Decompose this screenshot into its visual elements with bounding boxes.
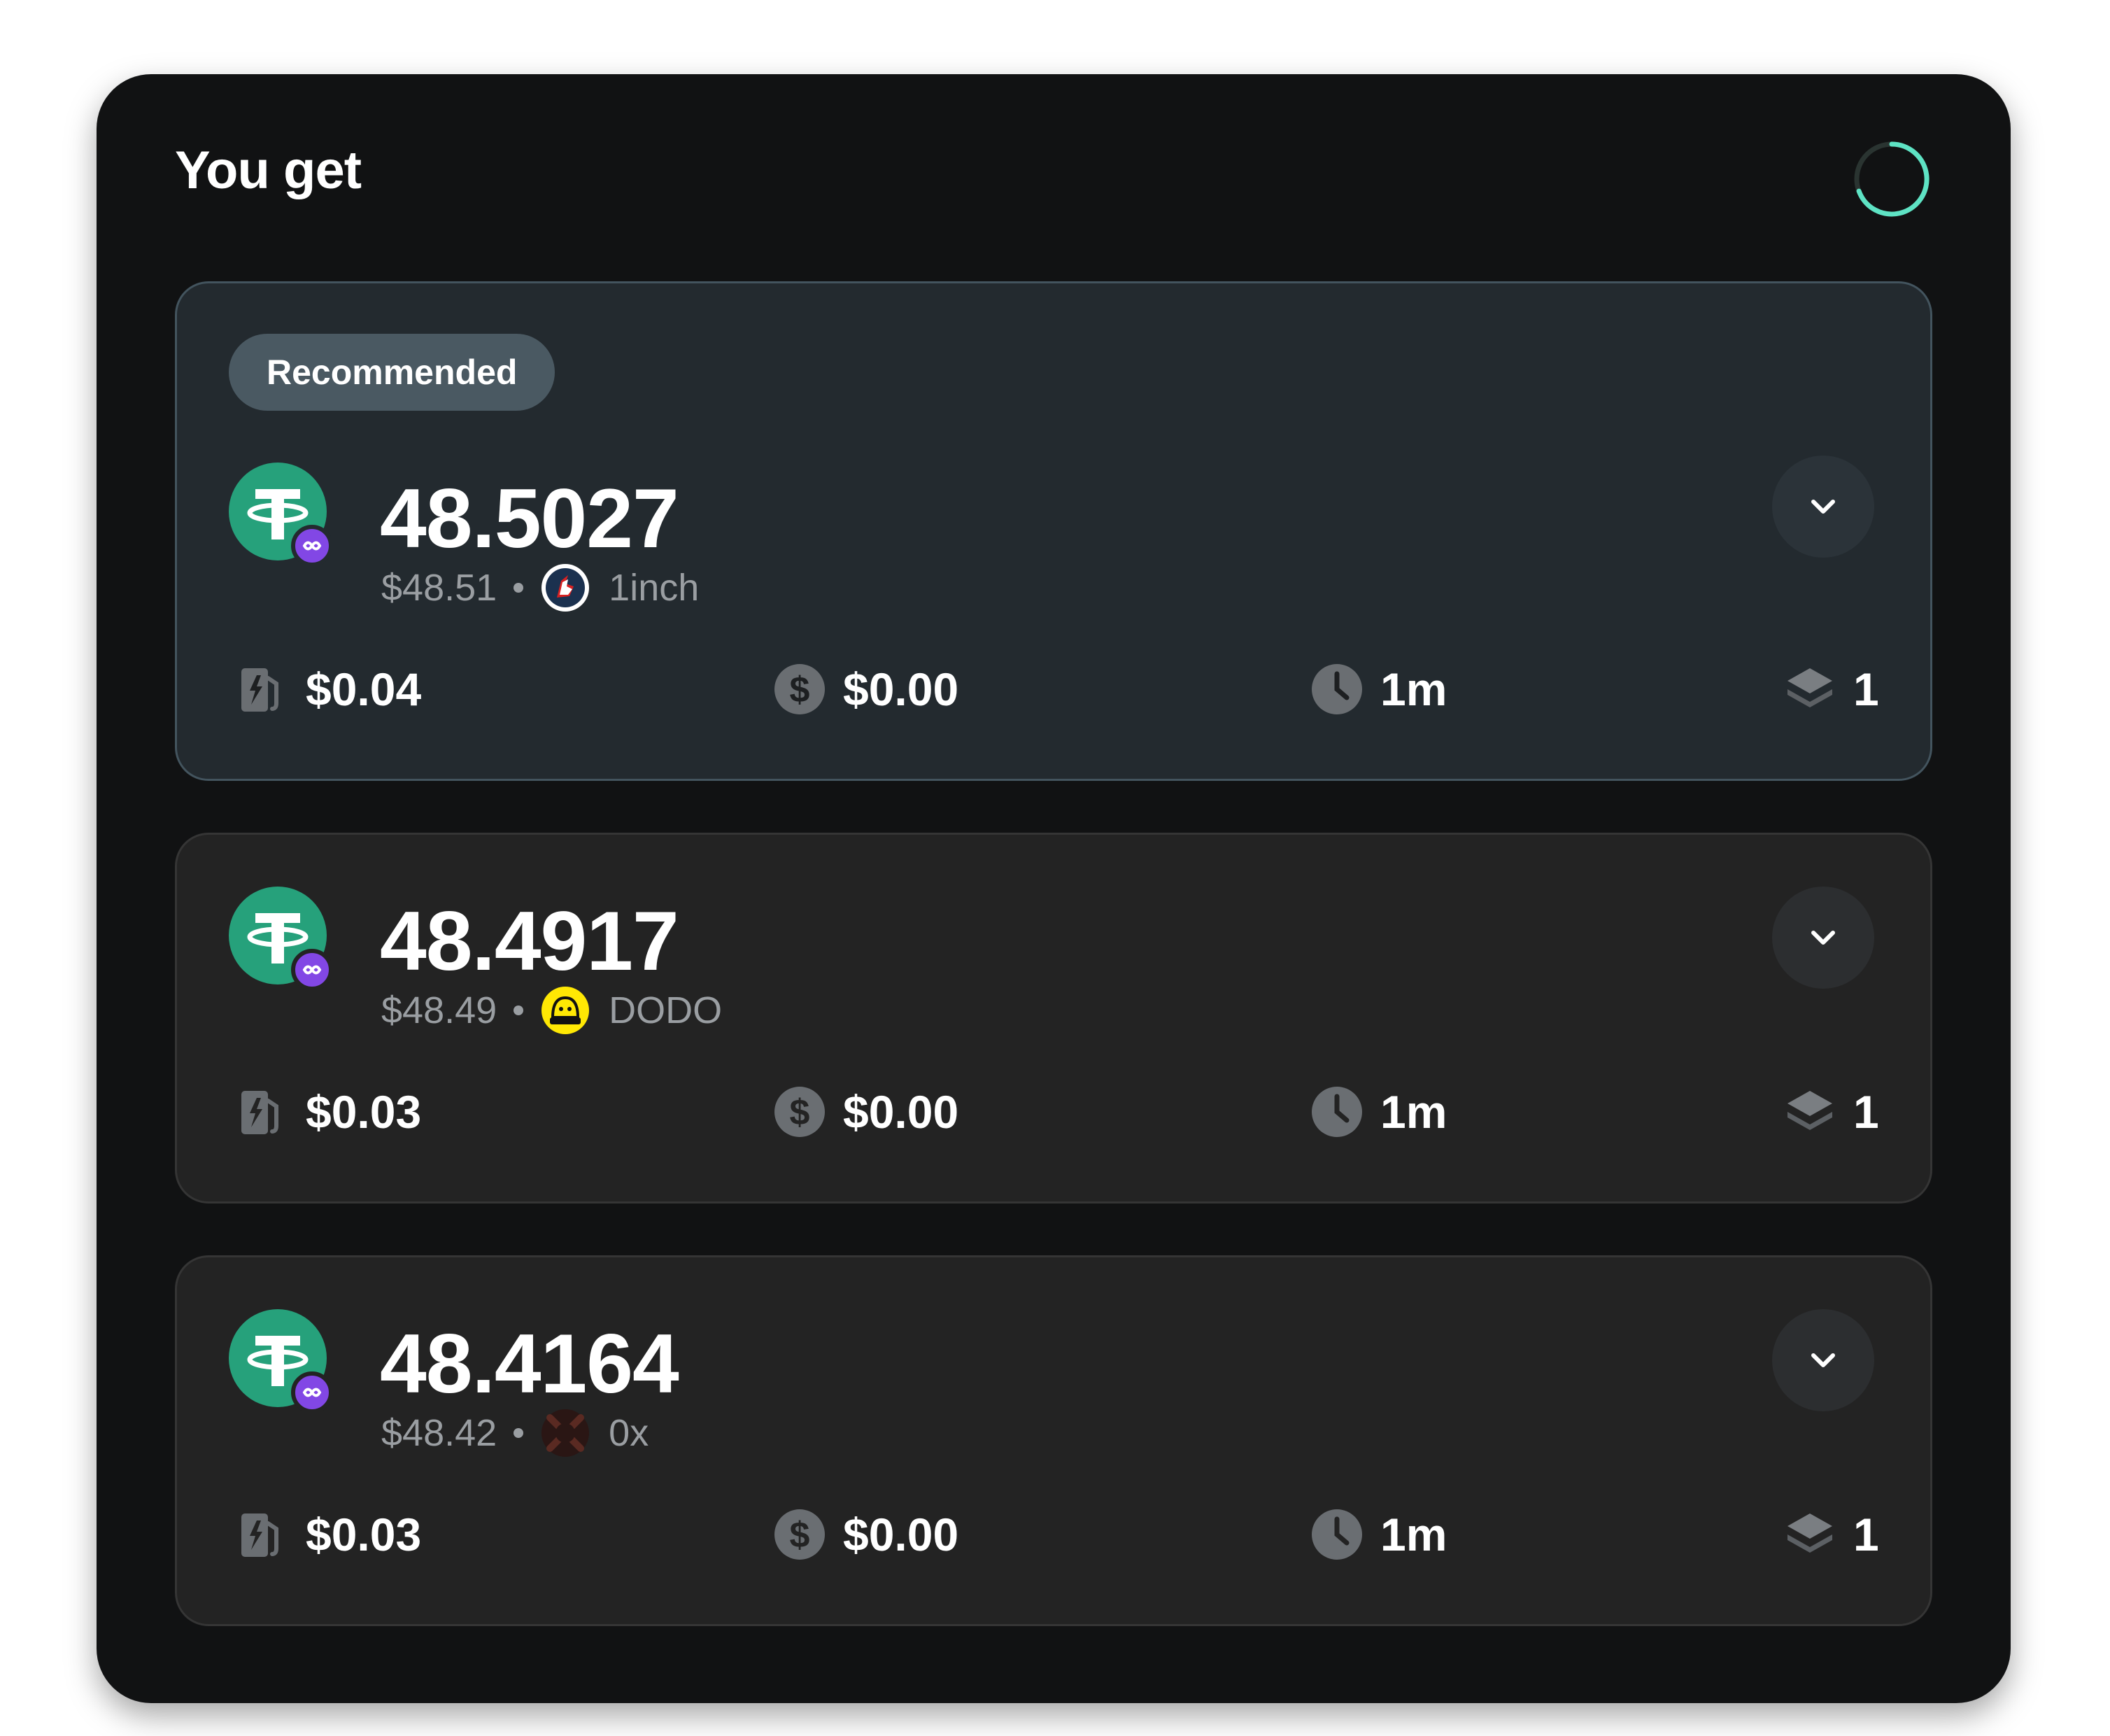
separator-dot: [514, 1428, 524, 1438]
expand-quote-button[interactable]: [1772, 1309, 1874, 1411]
gas-pump-icon: [241, 1091, 278, 1134]
quote-card-dodo[interactable]: 48.4917 $48.49 DODO $0.03 $ $0.00 1m 1: [175, 833, 1932, 1204]
gas-cost-value: $0.04: [306, 663, 422, 715]
gas-pump-icon: [241, 668, 278, 712]
provider-name: 0x: [609, 1412, 649, 1454]
quotes-panel: You get Recommended 48.5027 $48.51 1inch: [97, 74, 2011, 1703]
steps-value: 1: [1853, 663, 1879, 715]
separator-dot: [514, 583, 524, 593]
layers-icon: [1787, 1091, 1832, 1130]
time-stat: 1m: [1310, 661, 1447, 717]
steps-stat: 1: [1783, 661, 1879, 717]
layers-icon: [1787, 1513, 1832, 1553]
gas-cost-value: $0.03: [306, 1509, 422, 1560]
quote-usd-value: $48.42: [381, 1412, 497, 1454]
usdt-polygon-token-icon: [229, 1309, 331, 1411]
gas-cost-value: $0.03: [306, 1086, 422, 1138]
quote-amount: 48.5027: [380, 472, 679, 565]
time-value: 1m: [1380, 1509, 1447, 1560]
separator-dot: [514, 1005, 524, 1015]
dollar-coin-icon: $: [774, 664, 825, 714]
steps-value: 1: [1853, 1509, 1879, 1560]
clock-icon: [1312, 664, 1362, 714]
fee-value: $0.00: [843, 1509, 959, 1560]
usdt-polygon-token-icon: [229, 463, 331, 565]
time-value: 1m: [1380, 1086, 1447, 1138]
quote-usd-value: $48.49: [381, 989, 497, 1031]
steps-value: 1: [1853, 1086, 1879, 1138]
recommended-badge: Recommended: [229, 334, 555, 411]
dollar-coin-icon: $: [774, 1087, 825, 1137]
fee-stat: $ $0.00: [773, 661, 958, 717]
loading-spinner-icon: [1854, 141, 1930, 217]
gas-pump-icon: [241, 1513, 278, 1557]
time-stat: 1m: [1310, 1506, 1447, 1562]
svg-text:$: $: [790, 670, 810, 710]
panel-title: You get: [175, 141, 362, 200]
layers-icon: [1787, 668, 1832, 707]
time-stat: 1m: [1310, 1084, 1447, 1140]
quote-amount: 48.4164: [380, 1317, 679, 1411]
quote-amount: 48.4917: [380, 894, 679, 988]
expand-quote-button[interactable]: [1772, 887, 1874, 989]
fee-stat: $ $0.00: [773, 1084, 958, 1140]
fee-value: $0.00: [843, 1086, 959, 1138]
quote-subline: $48.42 0x: [381, 1407, 649, 1459]
dollar-coin-icon: $: [774, 1509, 825, 1560]
usdt-polygon-token-icon: [229, 887, 331, 989]
0x-icon: [541, 1409, 590, 1457]
steps-stat: 1: [1783, 1084, 1879, 1140]
1inch-unicorn-icon: [541, 564, 590, 612]
time-value: 1m: [1380, 663, 1447, 715]
quote-card-1inch[interactable]: Recommended 48.5027 $48.51 1inch $0.04 $…: [175, 281, 1932, 781]
gas-cost-stat: $0.03: [236, 1506, 421, 1562]
fee-stat: $ $0.00: [773, 1506, 958, 1562]
svg-text:$: $: [790, 1092, 810, 1133]
svg-text:$: $: [790, 1515, 810, 1555]
dodo-icon: [541, 987, 590, 1034]
gas-cost-stat: $0.04: [236, 661, 421, 717]
gas-cost-stat: $0.03: [236, 1084, 421, 1140]
chevron-down-icon: [1811, 931, 1835, 945]
quote-subline: $48.51 1inch: [381, 562, 699, 614]
clock-icon: [1312, 1087, 1362, 1137]
chevron-down-icon: [1811, 500, 1835, 514]
clock-icon: [1312, 1509, 1362, 1560]
chevron-down-icon: [1811, 1353, 1835, 1367]
expand-quote-button[interactable]: [1772, 456, 1874, 558]
provider-name: 1inch: [609, 567, 700, 609]
provider-name: DODO: [609, 989, 723, 1031]
quote-subline: $48.49 DODO: [381, 985, 722, 1036]
fee-value: $0.00: [843, 663, 959, 715]
quote-usd-value: $48.51: [381, 567, 497, 609]
quote-card-0x[interactable]: 48.4164 $48.42 0x $0.03 $ $0.00 1m 1: [175, 1255, 1932, 1626]
steps-stat: 1: [1783, 1506, 1879, 1562]
